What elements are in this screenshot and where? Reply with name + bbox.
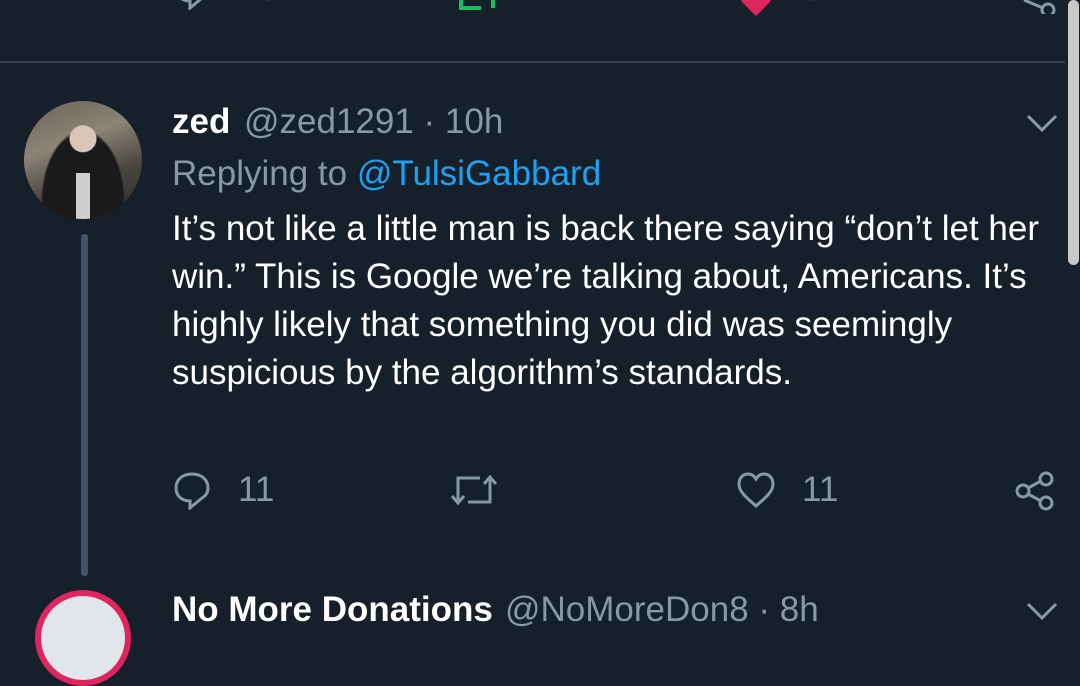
- next-tweet-avatar[interactable]: [35, 590, 131, 686]
- prev-reply-button[interactable]: 294: [172, 0, 297, 15]
- next-tweet-display-name[interactable]: No More Donations: [172, 590, 493, 630]
- reply-icon: [174, 472, 210, 510]
- prev-retweet-count: 1.2K: [520, 0, 590, 9]
- like-button[interactable]: 11: [736, 470, 838, 510]
- prev-like-count: 5K: [802, 0, 844, 9]
- scrollbar-thumb[interactable]: [1068, 0, 1079, 265]
- share-button[interactable]: [1014, 470, 1056, 512]
- prev-retweet-button[interactable]: 1.2K: [455, 0, 590, 19]
- next-tweet-handle-and-time[interactable]: @NoMoreDon8 · 8h: [505, 590, 819, 630]
- previous-tweet-actions: 294 1.2K 5K: [0, 0, 1080, 20]
- reply-count: 11: [238, 470, 275, 509]
- chevron-down-icon[interactable]: [1024, 596, 1060, 626]
- like-count: 11: [802, 470, 839, 509]
- retweet-icon: [450, 474, 498, 506]
- heart-filled-icon: [740, 0, 772, 16]
- retweet-icon: [459, 0, 495, 10]
- share-icon: [1015, 471, 1054, 511]
- chevron-down-icon[interactable]: [1024, 108, 1060, 138]
- retweet-button[interactable]: [450, 470, 498, 510]
- prev-share-button[interactable]: [1014, 0, 1058, 19]
- handle-and-time[interactable]: @zed1291 · 10h: [244, 102, 503, 142]
- avatar[interactable]: [24, 101, 142, 219]
- prev-like-button[interactable]: 5K: [736, 0, 844, 23]
- replying-to-mention[interactable]: @TulsiGabbard: [357, 154, 601, 193]
- display-name[interactable]: zed: [172, 102, 230, 142]
- reply-icon: [180, 0, 202, 12]
- replying-to-label: Replying to: [172, 154, 357, 193]
- tweet-divider: [0, 61, 1065, 63]
- heart-icon: [737, 472, 775, 509]
- reply-button[interactable]: 11: [172, 470, 274, 510]
- share-icon: [1023, 0, 1056, 18]
- prev-reply-count: 294: [240, 0, 297, 9]
- thread-line: [81, 234, 88, 576]
- replying-to-line: Replying to @TulsiGabbard: [172, 154, 601, 194]
- tweet-text: It’s not like a little man is back there…: [172, 209, 1040, 392]
